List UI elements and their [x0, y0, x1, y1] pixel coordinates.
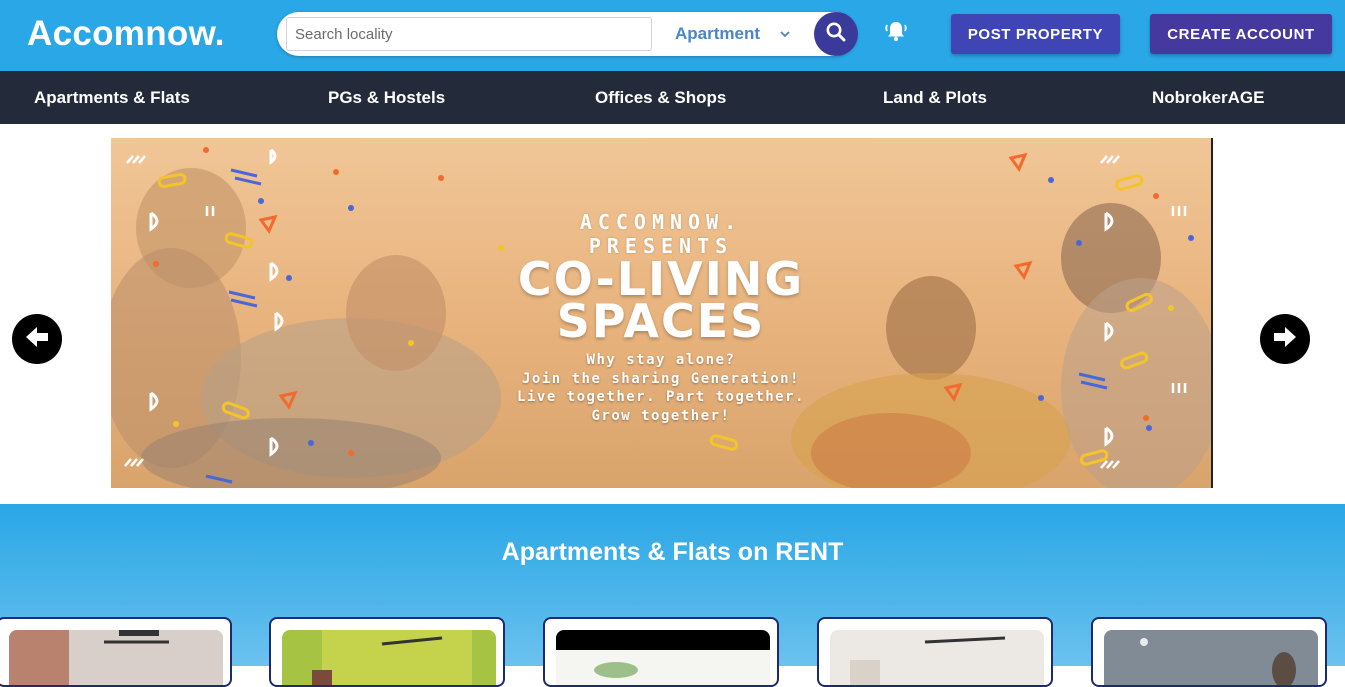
listing-image — [830, 630, 1044, 685]
post-property-button[interactable]: POST PROPERTY — [951, 14, 1120, 54]
search-input[interactable] — [286, 17, 652, 51]
listing-card[interactable] — [1091, 617, 1327, 687]
carousel-slide: ACCOMNOW. PRESENTS CO-LIVING SPACES Why … — [111, 138, 1213, 488]
search-button[interactable] — [814, 12, 858, 56]
slide-tag-line3: Live together. Part together. — [517, 389, 805, 405]
section-title: Apartments & Flats on RENT — [501, 538, 844, 566]
hero-carousel: ACCOMNOW. PRESENTS CO-LIVING SPACES Why … — [0, 124, 1345, 504]
slide-brand: ACCOMNOW. PRESENTS — [111, 210, 1211, 258]
arrow-right-icon — [1270, 322, 1300, 357]
listing-image — [1104, 630, 1318, 685]
listing-card[interactable] — [0, 617, 232, 687]
property-type-select[interactable]: Apartment — [675, 20, 795, 48]
slide-tag-line1: Why stay alone? — [586, 352, 736, 368]
carousel-prev-button[interactable] — [12, 314, 62, 364]
slide-title-line2: SPACES — [556, 294, 766, 348]
slide-tagline: Why stay alone? Join the sharing Generat… — [111, 351, 1211, 425]
nav-item-pgs[interactable]: PGs & Hostels — [328, 71, 445, 124]
slide-title: CO-LIVING SPACES — [111, 256, 1211, 348]
property-type-value: Apartment — [675, 24, 761, 43]
slide-tag-line2: Join the sharing Generation! — [521, 370, 800, 387]
site-logo[interactable]: Accomnow. — [27, 14, 225, 54]
chevron-down-icon — [779, 20, 791, 48]
arrow-left-icon — [22, 322, 52, 357]
nav-item-apartments[interactable]: Apartments & Flats — [34, 71, 190, 124]
slide-tag-line4: Grow together! — [591, 407, 731, 424]
listing-card[interactable] — [543, 617, 779, 687]
bell-icon[interactable] — [883, 18, 909, 44]
slide-brand-line1: ACCOMNOW. — [579, 210, 743, 234]
rent-listing-section: Apartments & Flats on RENT — [0, 504, 1345, 687]
listing-image — [282, 630, 496, 685]
listing-card[interactable] — [817, 617, 1053, 687]
nav-item-land[interactable]: Land & Plots — [883, 71, 987, 124]
carousel-next-button[interactable] — [1260, 314, 1310, 364]
listing-card[interactable] — [269, 617, 505, 687]
listing-image — [9, 630, 223, 685]
nav-item-nobrokerage[interactable]: NobrokerAGE — [1152, 71, 1264, 124]
category-nav: Apartments & Flats PGs & Hostels Offices… — [0, 71, 1345, 124]
nav-item-offices[interactable]: Offices & Shops — [595, 71, 726, 124]
listing-image — [556, 630, 770, 685]
slide-text: ACCOMNOW. PRESENTS CO-LIVING SPACES Why … — [111, 138, 1211, 488]
search-bar: Apartment — [277, 12, 858, 56]
create-account-button[interactable]: CREATE ACCOUNT — [1150, 14, 1332, 54]
search-icon — [825, 21, 847, 48]
top-header: Accomnow. Apartment — [0, 0, 1345, 71]
